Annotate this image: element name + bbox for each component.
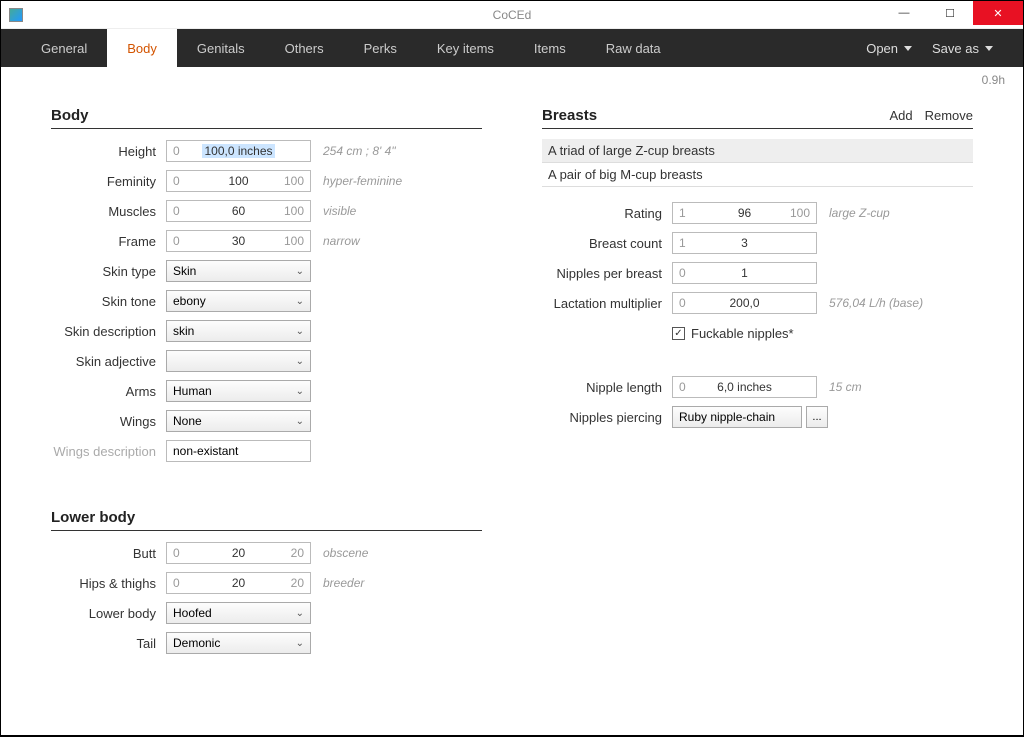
list-item[interactable]: A pair of big M-cup breasts xyxy=(542,163,973,187)
label-wings-desc: Wings description xyxy=(51,444,166,459)
label-skin-tone: Skin tone xyxy=(51,294,166,309)
label-tail: Tail xyxy=(51,636,166,651)
tab-items[interactable]: Items xyxy=(514,29,586,67)
chevron-down-icon: ⌄ xyxy=(296,356,304,367)
chevron-down-icon: ⌄ xyxy=(296,638,304,649)
frame-input[interactable]: 0 30 100 xyxy=(166,230,311,252)
list-item[interactable]: A triad of large Z-cup breasts xyxy=(542,139,973,163)
chevron-down-icon: ⌄ xyxy=(296,416,304,427)
maximize-button[interactable]: ☐ xyxy=(927,1,973,25)
label-feminity: Feminity xyxy=(51,174,166,189)
piercing-combo[interactable]: Ruby nipple-chain xyxy=(672,406,802,428)
skin-tone-combo[interactable]: ebony⌄ xyxy=(166,290,311,312)
label-lact: Lactation multiplier xyxy=(542,296,672,311)
height-input[interactable]: 0 100,0 inches xyxy=(166,140,311,162)
breast-rows-list: A triad of large Z-cup breasts A pair of… xyxy=(542,139,973,187)
label-muscles: Muscles xyxy=(51,204,166,219)
wings-combo[interactable]: None⌄ xyxy=(166,410,311,432)
window-title: CoCEd xyxy=(493,8,532,22)
hips-input[interactable]: 0 20 20 xyxy=(166,572,311,594)
chevron-down-icon: ⌄ xyxy=(296,266,304,277)
label-lower-body: Lower body xyxy=(51,606,166,621)
chevron-down-icon: ⌄ xyxy=(296,296,304,307)
label-arms: Arms xyxy=(51,384,166,399)
skin-desc-combo[interactable]: skin⌄ xyxy=(166,320,311,342)
frame-hint: narrow xyxy=(323,234,360,248)
remove-button[interactable]: Remove xyxy=(925,108,973,123)
nip-len-hint: 15 cm xyxy=(829,380,862,394)
arms-combo[interactable]: Human⌄ xyxy=(166,380,311,402)
chevron-down-icon xyxy=(985,46,993,51)
nipple-length-input[interactable]: 0 6,0 inches xyxy=(672,376,817,398)
save-as-menu[interactable]: Save as xyxy=(922,29,1003,67)
version-label: 0.9h xyxy=(1,67,1023,87)
skin-type-combo[interactable]: Skin⌄ xyxy=(166,260,311,282)
feminity-input[interactable]: 0 100 100 xyxy=(166,170,311,192)
label-wings: Wings xyxy=(51,414,166,429)
butt-hint: obscene xyxy=(323,546,368,560)
label-breast-count: Breast count xyxy=(542,236,672,251)
label-skin-type: Skin type xyxy=(51,264,166,279)
section-body-title: Body xyxy=(51,107,482,129)
label-rating: Rating xyxy=(542,206,672,221)
menubar: General Body Genitals Others Perks Key i… xyxy=(1,29,1023,67)
label-npb: Nipples per breast xyxy=(542,266,672,281)
lact-input[interactable]: 0 200,0 xyxy=(672,292,817,314)
lact-hint: 576,04 L/h (base) xyxy=(829,296,923,310)
npb-input[interactable]: 0 1 xyxy=(672,262,817,284)
height-hint: 254 cm ; 8' 4" xyxy=(323,144,396,158)
wings-desc-input[interactable]: non-existant xyxy=(166,440,311,462)
tab-genitals[interactable]: Genitals xyxy=(177,29,265,67)
label-nipple-length: Nipple length xyxy=(542,380,672,395)
label-butt: Butt xyxy=(51,546,166,561)
label-hips: Hips & thighs xyxy=(51,576,166,591)
tab-perks[interactable]: Perks xyxy=(344,29,417,67)
close-button[interactable]: ✕ xyxy=(973,1,1023,25)
chevron-down-icon xyxy=(904,46,912,51)
tab-general[interactable]: General xyxy=(21,29,107,67)
fuckable-nipples-checkbox[interactable]: ✓ Fuckable nipples* xyxy=(672,326,794,341)
skin-adj-combo[interactable]: ⌄ xyxy=(166,350,311,372)
rating-input[interactable]: 1 96 100 xyxy=(672,202,817,224)
app-icon xyxy=(9,8,23,22)
muscles-input[interactable]: 0 60 100 xyxy=(166,200,311,222)
minimize-button[interactable]: — xyxy=(881,1,927,25)
tab-raw-data[interactable]: Raw data xyxy=(586,29,681,67)
chevron-down-icon: ⌄ xyxy=(296,326,304,337)
chevron-down-icon: ⌄ xyxy=(296,386,304,397)
feminity-hint: hyper-feminine xyxy=(323,174,402,188)
checkbox-icon: ✓ xyxy=(672,327,685,340)
label-skin-adj: Skin adjective xyxy=(51,354,166,369)
titlebar: CoCEd — ☐ ✕ xyxy=(1,1,1023,29)
label-frame: Frame xyxy=(51,234,166,249)
piercing-browse-button[interactable]: ... xyxy=(806,406,828,428)
tab-key-items[interactable]: Key items xyxy=(417,29,514,67)
section-breasts-title: Breasts Add Remove xyxy=(542,107,973,129)
tab-body[interactable]: Body xyxy=(107,29,177,67)
rating-hint: large Z-cup xyxy=(829,206,890,220)
add-button[interactable]: Add xyxy=(889,108,912,123)
label-skin-desc: Skin description xyxy=(51,324,166,339)
chevron-down-icon: ⌄ xyxy=(296,608,304,619)
muscles-hint: visible xyxy=(323,204,356,218)
tab-others[interactable]: Others xyxy=(265,29,344,67)
tail-combo[interactable]: Demonic⌄ xyxy=(166,632,311,654)
label-height: Height xyxy=(51,144,166,159)
label-nipples-piercing: Nipples piercing xyxy=(542,410,672,425)
open-menu[interactable]: Open xyxy=(856,29,922,67)
breast-count-input[interactable]: 1 3 xyxy=(672,232,817,254)
lower-body-combo[interactable]: Hoofed⌄ xyxy=(166,602,311,624)
section-lower-title: Lower body xyxy=(51,509,482,531)
hips-hint: breeder xyxy=(323,576,364,590)
butt-input[interactable]: 0 20 20 xyxy=(166,542,311,564)
